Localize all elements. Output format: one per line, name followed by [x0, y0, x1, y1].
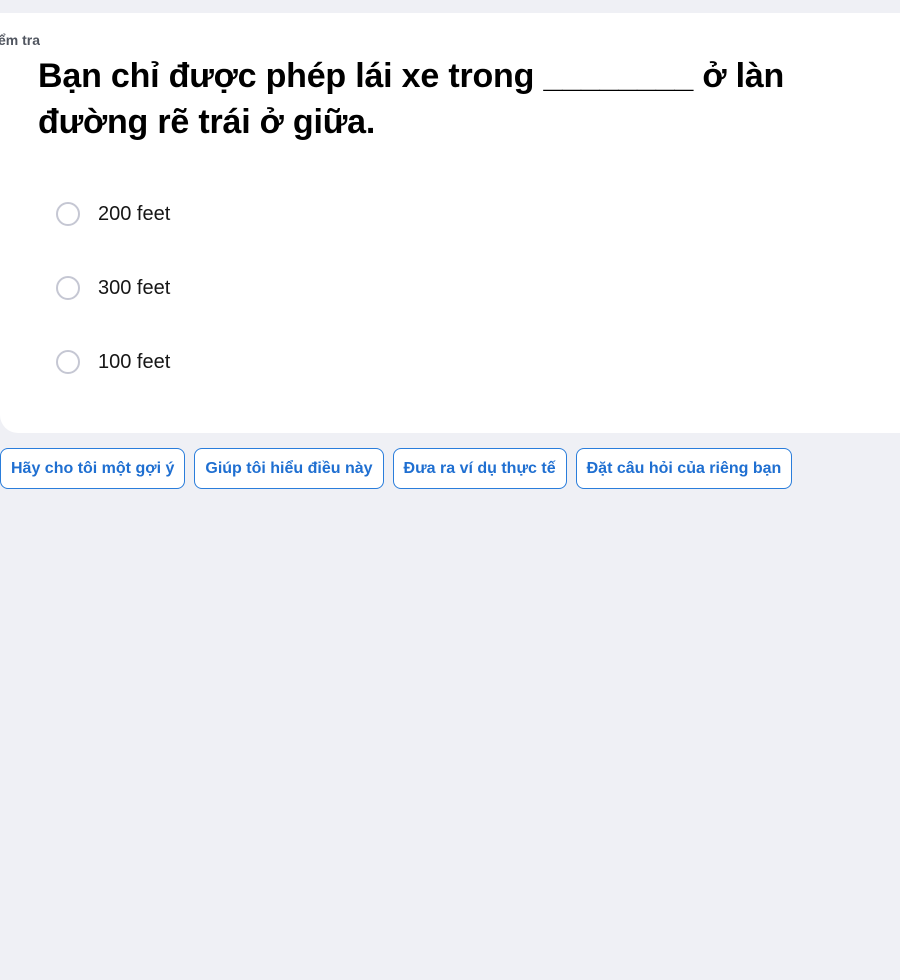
answer-option-1[interactable]: 200 feet	[56, 196, 170, 232]
answer-option-2[interactable]: 300 feet	[56, 270, 170, 306]
answer-option-3[interactable]: 100 feet	[56, 344, 170, 380]
answer-options: 200 feet 300 feet 100 feet	[56, 196, 170, 418]
question-text: Bạn chỉ được phép lái xe trong ________ …	[38, 57, 785, 141]
radio-button[interactable]	[56, 276, 80, 300]
section-tag: Kiểm tra	[0, 32, 40, 48]
help-actions: Hãy cho tôi một gợi ý Giúp tôi hiểu điều…	[0, 448, 793, 489]
real-example-button[interactable]: Đưa ra ví dụ thực tế	[392, 448, 567, 489]
answer-option-label: 300 feet	[98, 276, 171, 299]
hint-button[interactable]: Hãy cho tôi một gợi ý	[0, 448, 186, 489]
answer-option-label: 100 feet	[98, 350, 171, 373]
ask-question-button[interactable]: Đặt câu hỏi của riêng bạn	[575, 448, 793, 489]
answer-option-label: 200 feet	[98, 202, 171, 225]
radio-button[interactable]	[56, 350, 80, 374]
radio-button[interactable]	[56, 202, 80, 226]
explain-button[interactable]: Giúp tôi hiểu điều này	[194, 448, 384, 489]
